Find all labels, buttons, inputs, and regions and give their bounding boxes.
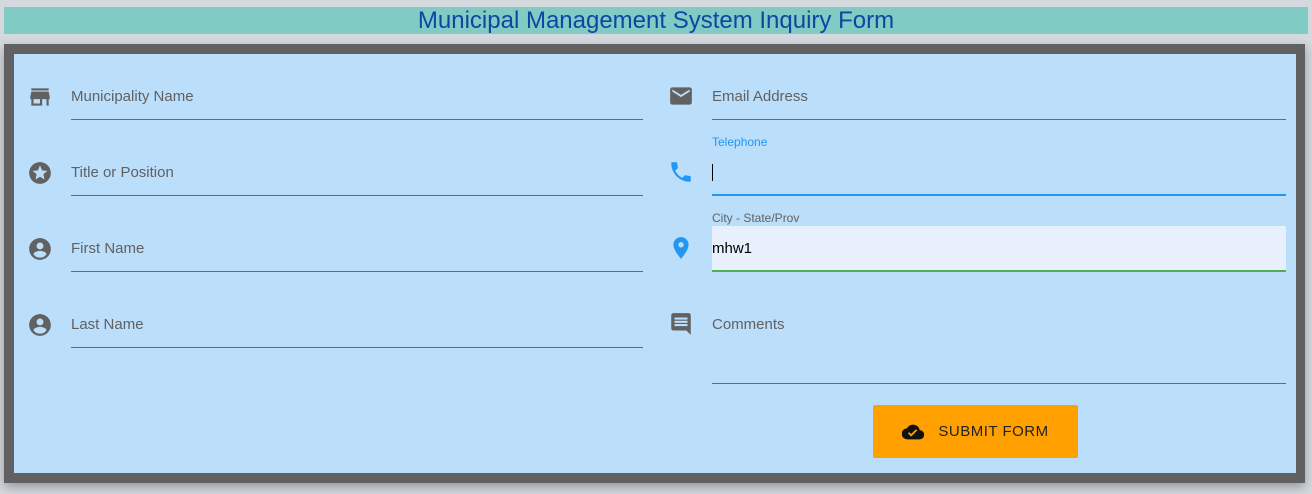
page-title: Municipal Management System Inquiry Form: [417, 7, 895, 34]
telephone-input[interactable]: [712, 164, 713, 181]
title-bar: Municipal Management System Inquiry Form: [4, 7, 1308, 34]
field-underline: [712, 119, 1286, 120]
city-state-field[interactable]: City - State/Prov mhw1: [712, 206, 1286, 272]
inquiry-form: Municipality Name Title or Position Firs…: [14, 54, 1296, 473]
account-icon: [27, 236, 53, 262]
cloud-done-icon: [902, 424, 925, 439]
first-name-field[interactable]: First Name: [71, 206, 643, 272]
submit-form-label: SUBMIT FORM: [938, 423, 1049, 440]
municipality-name-field[interactable]: Municipality Name: [71, 54, 643, 120]
telephone-field[interactable]: Telephone: [712, 130, 1286, 196]
comments-placeholder: Comments: [712, 316, 785, 333]
phone-icon: [668, 159, 694, 185]
title-position-field[interactable]: Title or Position: [71, 130, 643, 196]
comments-field[interactable]: Comments: [712, 282, 1286, 384]
account-icon: [27, 312, 53, 338]
field-underline: [712, 383, 1286, 384]
first-name-placeholder: First Name: [71, 240, 145, 257]
last-name-field[interactable]: Last Name: [71, 282, 643, 348]
star-icon: [27, 160, 53, 186]
field-underline: [71, 119, 643, 120]
field-underline: [71, 347, 643, 348]
email-placeholder: Email Address: [712, 88, 808, 105]
field-underline-valid: [712, 270, 1286, 272]
field-underline: [71, 271, 643, 272]
store-icon: [27, 84, 53, 110]
email-field[interactable]: Email Address: [712, 54, 1286, 120]
title-position-placeholder: Title or Position: [71, 164, 174, 181]
field-underline-focused: [712, 194, 1286, 196]
last-name-placeholder: Last Name: [71, 316, 144, 333]
location-pin-icon: [668, 235, 694, 261]
field-underline: [71, 195, 643, 196]
city-state-input[interactable]: mhw1: [712, 240, 752, 257]
form-frame: Municipality Name Title or Position Firs…: [4, 44, 1305, 483]
comment-icon: [668, 311, 694, 337]
city-state-label: City - State/Prov: [712, 211, 800, 225]
municipality-name-placeholder: Municipality Name: [71, 88, 194, 105]
telephone-label: Telephone: [712, 135, 768, 149]
submit-form-button[interactable]: SUBMIT FORM: [873, 405, 1078, 458]
email-icon: [668, 83, 694, 109]
